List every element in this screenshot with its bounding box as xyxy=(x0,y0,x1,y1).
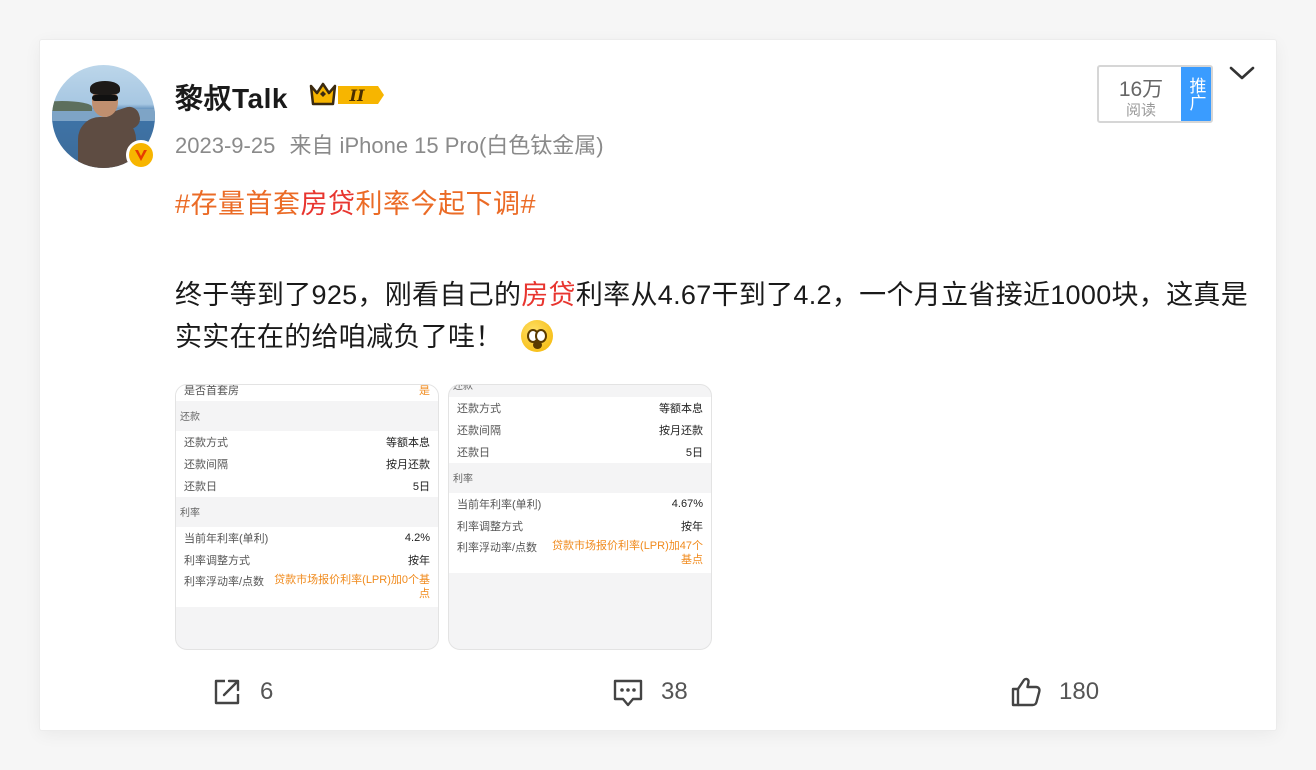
promote-button[interactable]: 推广 xyxy=(1181,67,1211,121)
post-source: 来自 iPhone 15 Pro(白色钛金属) xyxy=(289,133,604,158)
share-button[interactable]: 6 xyxy=(210,674,273,710)
promote-label: 推广 xyxy=(1186,77,1206,111)
timestamp[interactable]: 2023-9-25 xyxy=(175,133,275,158)
section-header: 还款 xyxy=(180,412,200,423)
crown-badge-icon[interactable]: II xyxy=(308,80,384,108)
read-count-label: 阅读 xyxy=(1125,102,1156,119)
info-row: 利率调整方式 按年 xyxy=(184,555,430,567)
share-icon xyxy=(214,679,240,705)
keyword-link[interactable]: 房贷 xyxy=(521,280,576,310)
weibo-post-card: 黎叔Talk II 2023-9-25 来自 iPhone 15 Pro(白色钛… xyxy=(40,40,1276,730)
like-button[interactable]: 180 xyxy=(1009,674,1099,710)
username[interactable]: 黎叔Talk xyxy=(175,77,288,117)
comment-icon xyxy=(613,679,643,707)
section-header: 利率 xyxy=(180,508,200,519)
info-row: 利率调整方式 按年 xyxy=(457,521,703,533)
chevron-down-icon[interactable] xyxy=(1228,62,1256,84)
svg-text:II: II xyxy=(349,86,365,105)
read-count-box[interactable]: 16万 阅读 推广 xyxy=(1097,65,1213,123)
post-text-part: 终于等到了925，刚看自己的 xyxy=(175,280,522,310)
post-image-1[interactable]: 是否首套房是 还款 还款方式 等额本息 还款间隔 按月还款 还款日 5日 利率 当前年… xyxy=(175,384,439,650)
section-header: 利率 xyxy=(453,474,473,485)
info-row: 还款间隔 按月还款 xyxy=(184,459,430,471)
shocked-emoji-icon xyxy=(520,320,553,352)
hashtag-suffix: 利率今起下调# xyxy=(355,189,537,219)
hashtag-keyword: 房贷 xyxy=(300,189,356,219)
post-meta: 2023-9-25 来自 iPhone 15 Pro(白色钛金属) xyxy=(175,128,604,160)
section-header: 还款 xyxy=(453,384,473,392)
like-icon xyxy=(1011,677,1041,707)
info-row: 还款方式 等额本息 xyxy=(184,437,430,449)
hashtag-prefix: #存量首套 xyxy=(175,189,301,219)
like-count: 180 xyxy=(1059,678,1100,705)
info-row: 是否首套房是 xyxy=(184,385,430,397)
verified-v-icon xyxy=(126,140,156,170)
comment-button[interactable]: 38 xyxy=(611,674,688,710)
post-image-2[interactable]: 还款 还款方式 等额本息 还款间隔 按月还款 还款日 5日 利率 当前年利率(单利) 4… xyxy=(448,384,712,650)
info-row: 还款日 5日 xyxy=(184,481,430,493)
info-row: 还款间隔 按月还款 xyxy=(457,425,703,437)
info-row: 当前年利率(单利) 4.2% xyxy=(184,532,430,545)
comment-count: 38 xyxy=(661,678,688,705)
info-row: 还款方式 等额本息 xyxy=(457,403,703,415)
info-row: 还款日 5日 xyxy=(457,447,703,459)
share-count: 6 xyxy=(260,678,274,705)
info-row: 利率浮动率/点数 贷款市场报价利率(LPR)加47个基点 xyxy=(457,540,703,566)
hashtag-link[interactable]: #存量首套房贷利率今起下调# xyxy=(175,182,536,221)
info-row: 当前年利率(单利) 4.67% xyxy=(457,498,703,511)
info-row: 利率浮动率/点数 贷款市场报价利率(LPR)加0个基点 xyxy=(184,574,430,600)
post-text: 终于等到了925，刚看自己的房贷利率从4.67干到了4.2，一个月立省接近100… xyxy=(175,274,1255,358)
